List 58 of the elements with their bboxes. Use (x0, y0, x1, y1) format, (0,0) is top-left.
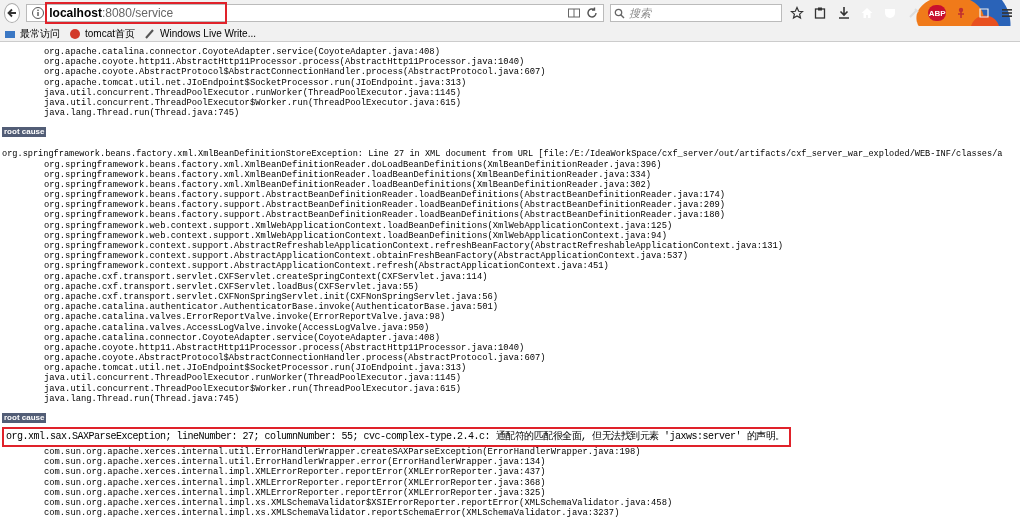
stack-frame-line: java.util.concurrent.ThreadPoolExecutor.runWorker(ThreadPoolExecutor.java:1145) (43, 87, 463, 98)
stack-frame-line: org.apache.tomcat.util.net.JIoEndpoint$SocketProcessor.run(JIoEndpoint.java:313) (43, 77, 468, 88)
stack-frame-line: org.apache.coyote.http11.AbstractHttp11Processor.process(AbstractHttp11Processor.java:1040) (43, 342, 526, 353)
clipboard-icon (813, 6, 828, 20)
back-icon (6, 7, 19, 19)
stack-frame-line: org.apache.catalina.valves.ErrorReportValve.invoke(ErrorReportValve.java:98) (43, 312, 447, 323)
stack-frame-line: org.apache.catalina.connector.CoyoteAdapter.service(CoyoteAdapter.java:408) (43, 47, 441, 57)
search-icon (614, 7, 626, 19)
stack-frame-line: org.springframework.beans.factory.support.AbstractBeanDefinitionReader.loadBeanDefinitions(AbstractBeanDefinitionReader.java:174) (43, 190, 726, 201)
address-field[interactable]: localhost:8080/service (26, 4, 605, 22)
stack-frame-line: org.apache.cxf.transport.servlet.CXFServlet.loadBus(CXFServlet.java:55) (43, 281, 420, 292)
stack-frame-line: org.springframework.web.context.support.XmlWebApplicationContext.loadBeanDefinitions(XmlWebApplicationContext.java:94) (43, 230, 668, 241)
adblock-button[interactable]: ABP (928, 5, 946, 21)
stack-frame-line: com.sun.org.apache.xerces.internal.impl.xs.XMLSchemaValidator.reportSchemaError(XMLSchemaValidator.java:3237) (43, 508, 621, 519)
stack-frame-line: com.sun.org.apache.xerces.internal.util.ErrorHandlerWrapper.error(ErrorHandlerWrapper.java:134) (43, 457, 547, 468)
section-heading: root cause (2, 413, 47, 423)
info-icon (31, 6, 46, 20)
reader-view-icon (567, 6, 582, 20)
stack-frame-line: java.lang.Thread.run(Thread.java:745) (43, 393, 241, 404)
stack-frame-line: com.sun.org.apache.xerces.internal.util.ErrorHandlerWrapper.createSAXParseException(ErrorHandlerWrapper.java:198) (43, 447, 642, 457)
stack-frame-line: org.apache.coyote.AbstractProtocol$AbstractConnectionHandler.process(AbstractProtocol.java:607) (43, 353, 547, 364)
section-heading: root cause (2, 127, 47, 138)
stack-frame-line: org.springframework.context.support.AbstractApplicationContext.obtainFreshBeanFactory(AbstractApplicationContext.java:537) (43, 251, 690, 262)
reload-icon (585, 6, 600, 20)
stack-frame-line: com.sun.org.apache.xerces.internal.impl.xs.XMLSchemaValidator$XSIErrorReporter.reportError(XMLSchemaValidator.java:458) (43, 497, 674, 508)
bookmark-link[interactable]: 最常访问 (3, 26, 60, 41)
stack-frame-line: java.util.concurrent.ThreadPoolExecutor$Worker.run(ThreadPoolExecutor.java:615) (43, 97, 463, 108)
stack-frame-line: org.springframework.beans.factory.support.AbstractBeanDefinitionReader.loadBeanDefinitions(AbstractBeanDefinitionReader.java:209) (43, 200, 726, 211)
stack-frame-line: org.apache.cxf.transport.servlet.CXFServlet.createSpringContext(CXFServlet.java:114) (43, 271, 489, 282)
stack-frame-line: java.util.concurrent.ThreadPoolExecutor.runWorker(ThreadPoolExecutor.java:1145) (43, 373, 462, 384)
stack-frame-line: org.apache.cxf.transport.servlet.CXFNonSpringServlet.init(CXFNonSpringServlet.java:56) (43, 291, 499, 302)
menu-icon (1000, 6, 1015, 20)
stack-frame-line: org.springframework.web.context.support.XmlWebApplicationContext.loadBeanDefinitions(XmlWebApplicationContext.java:125) (43, 220, 674, 231)
bookmark-link[interactable]: tomcat首页 (68, 26, 135, 41)
stack-frame-line: org.apache.catalina.connector.CoyoteAdapter.service(CoyoteAdapter.java:408) (43, 332, 441, 343)
star-icon (789, 6, 804, 20)
stack-frame-line: com.sun.org.apache.xerces.internal.impl.XMLErrorReporter.reportError(XMLErrorReporter.java:325) (43, 487, 547, 498)
stack-frame-line: java.util.concurrent.ThreadPoolExecutor$Worker.run(ThreadPoolExecutor.java:615) (43, 383, 463, 394)
tomcat-icon (68, 26, 82, 41)
download-icon (836, 6, 851, 20)
stack-frame-line: com.sun.org.apache.xerces.internal.impl.XMLErrorReporter.reportError(XMLErrorReporter.java:368) (43, 477, 547, 488)
back-button[interactable] (4, 3, 21, 23)
stack-frame-line: java.lang.Thread.run(Thread.java:745) (43, 108, 241, 119)
search-field[interactable]: 搜索 (610, 4, 783, 22)
stack-frame-line: org.springframework.beans.factory.xml.XmlBeanDefinitionReader.loadBeanDefinitions(XmlBeanDefinitionReader.java:302) (43, 179, 653, 190)
exception-message: org.xml.sax.SAXParseException; lineNumber: 27; columnNumber: 55; cvc-complex-type.2.4.c: 通配符的匹配很全面, 但无法找到元素 'jaxws:server' 的声明。 (2, 427, 791, 447)
stack-frame-line: org.springframework.beans.factory.xml.XmlBeanDefinitionReader.loadBeanDefinitions(XmlBeanDefinitionReader.java:334) (43, 169, 653, 180)
stack-frame-line: org.apache.coyote.AbstractProtocol$AbstractConnectionHandler.process(AbstractProtocol.java:607) (43, 67, 547, 78)
bookmark-link[interactable]: Windows Live Write... (143, 26, 256, 41)
stack-frame-line: org.apache.tomcat.util.net.JIoEndpoint$SocketProcessor.run(JIoEndpoint.java:313) (43, 363, 468, 374)
stack-frame-line: org.springframework.beans.factory.xml.XmlBeanDefinitionReader.doLoadBeanDefinitions(XmlBeanDefinitionReader.java:396) (43, 159, 663, 170)
stack-frame-line: org.apache.coyote.http11.AbstractHttp11Processor.process(AbstractHttp11Processor.java:1040) (43, 57, 525, 68)
stack-frame-line: org.apache.catalina.authenticator.AuthenticatorBase.invoke(AuthenticatorBase.java:501) (43, 302, 499, 313)
stack-frame-line: org.springframework.beans.factory.support.AbstractBeanDefinitionReader.loadBeanDefinitions(AbstractBeanDefinitionReader.java:180) (43, 210, 726, 221)
stack-frame-line: org.springframework.context.support.AbstractRefreshableApplicationContext.refreshBeanFactory(AbstractRefreshableApplicationContext.java:131) (43, 241, 785, 251)
stack-frame-line: org.apache.catalina.valves.AccessLogValve.invoke(AccessLogValve.java:950) (43, 322, 431, 333)
stack-frame-line: org.springframework.context.support.AbstractApplicationContext.refresh(AbstractApplicationContext.java:451) (43, 261, 609, 272)
stack-frame-line: com.sun.org.apache.xerces.internal.impl.XMLErrorReporter.reportError(XMLErrorReporter.java:437) (43, 467, 547, 478)
